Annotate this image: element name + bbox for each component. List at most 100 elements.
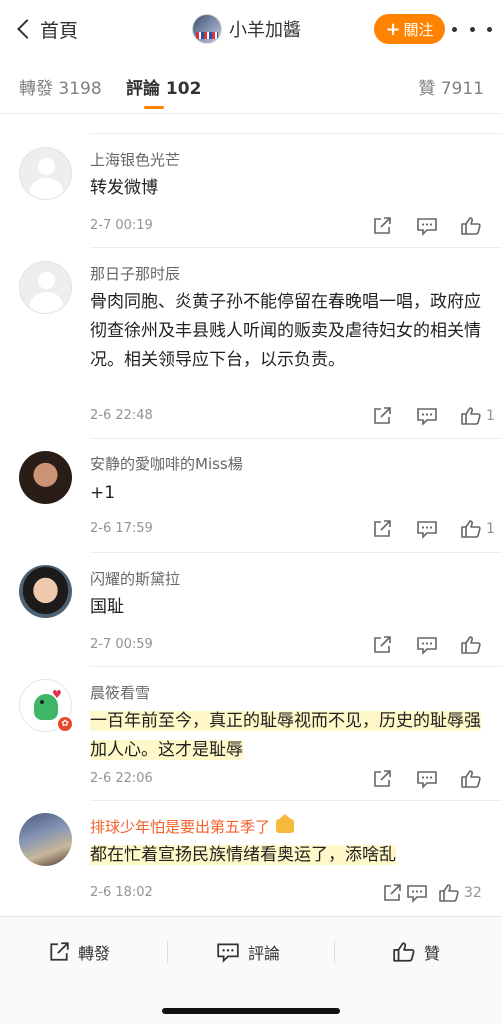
share-icon (374, 520, 391, 537)
like-count: 32 (464, 885, 482, 901)
more-dots-icon[interactable] (452, 14, 492, 44)
comment-time: 2-6 17:59 (90, 521, 153, 536)
bottom-action-bar: 轉發 評論 贊 (0, 916, 502, 1024)
like-icon (461, 407, 481, 425)
comment-text: 国耻 (90, 597, 124, 617)
comment-button[interactable]: 評論 (216, 937, 280, 967)
home-indicator[interactable] (162, 1008, 340, 1014)
comment-author-name[interactable]: 排球少年怕是要出第五季了 (90, 818, 270, 836)
avatar[interactable] (19, 261, 72, 314)
like-button[interactable] (460, 214, 486, 238)
share-button[interactable] (372, 404, 392, 428)
comment-author[interactable]: 排球少年怕是要出第五季了 (90, 814, 295, 837)
share-icon (50, 942, 69, 961)
comment-time: 2-7 00:19 (90, 218, 153, 233)
post-tabs: 轉發 3198 評論 102 贊 7911 (0, 58, 502, 114)
share-icon (374, 217, 391, 234)
reply-icon (407, 885, 427, 903)
crown-icon (276, 814, 295, 833)
avatar[interactable] (19, 147, 72, 200)
comment-text: 都在忙着宣扬民族情绪看奥运了，添啥乱 (90, 841, 486, 870)
reply-button[interactable] (406, 881, 428, 905)
divider (90, 800, 502, 801)
reply-button[interactable] (416, 517, 438, 541)
like-icon (393, 942, 415, 962)
back-button[interactable]: 首頁 (14, 12, 78, 46)
share-button[interactable] (382, 881, 402, 905)
share-icon (374, 636, 391, 653)
like-icon (461, 770, 481, 788)
share-button[interactable] (372, 633, 392, 657)
share-icon (384, 884, 401, 901)
plus-icon: + (385, 18, 401, 40)
reply-icon (417, 771, 437, 789)
comment-actions: 1 (360, 517, 495, 541)
share-icon (374, 407, 391, 424)
comment-author[interactable]: 上海银色光芒 (90, 149, 180, 170)
chevron-left-icon (17, 19, 37, 39)
like-count: 1 (486, 408, 495, 424)
like-post-button[interactable]: 贊 (392, 937, 440, 967)
divider (334, 941, 335, 963)
author-name[interactable]: 小羊加醬 (229, 16, 301, 42)
comment-actions (360, 767, 490, 791)
share-button[interactable] (372, 767, 392, 791)
follow-label: 關注 (403, 20, 434, 39)
follow-button[interactable]: + 關注 (374, 14, 445, 44)
like-button[interactable] (460, 767, 486, 791)
comment-time: 2-6 22:48 (90, 408, 153, 423)
author-avatar[interactable] (192, 14, 222, 44)
comment-author[interactable]: 那日子那时辰 (90, 263, 180, 284)
like-button[interactable] (460, 633, 486, 657)
divider (90, 438, 502, 439)
tab-comments[interactable]: 評論 102 (126, 74, 201, 99)
comment-actions (360, 633, 490, 657)
comment-actions: 32 (360, 881, 490, 905)
share-icon (374, 770, 391, 787)
reply-icon (417, 218, 437, 236)
reply-button[interactable] (416, 633, 438, 657)
reply-icon (417, 408, 437, 426)
highlighted-text: 一百年前至今，真正的耻辱视而不见，历史的耻辱强加人心。这才是耻辱 (90, 711, 481, 760)
like-icon (461, 636, 481, 654)
share-button[interactable] (372, 517, 392, 541)
comment-actions: 1 (360, 404, 495, 428)
divider (90, 133, 502, 134)
top-nav-bar: 首頁 小羊加醬 + 關注 (0, 0, 502, 58)
tab-reposts[interactable]: 轉發 3198 (19, 74, 102, 99)
divider (90, 552, 502, 553)
comment-author[interactable]: 安静的愛咖啡的Miss楊 (90, 453, 243, 474)
like-icon (461, 520, 481, 538)
like-count: 1 (486, 521, 495, 537)
comment-time: 2-6 18:02 (90, 885, 153, 900)
comment-author[interactable]: 晨筱看雪 (90, 682, 150, 703)
avatar[interactable] (19, 565, 72, 618)
profile-header[interactable]: 小羊加醬 (192, 12, 301, 46)
repost-button[interactable]: 轉發 (48, 937, 110, 967)
avatar[interactable] (19, 813, 72, 866)
comment-text: 转发微博 (90, 178, 158, 198)
like-label: 贊 (424, 944, 441, 963)
comment-text: 一百年前至今，真正的耻辱视而不见，历史的耻辱强加人心。这才是耻辱 (90, 707, 486, 765)
comment-list[interactable]: 上海银色光芒 转发微博 2-7 00:19 那日子那时辰 骨肉同胞、炎黄子孙不能… (0, 114, 502, 916)
reply-icon (417, 637, 437, 655)
comment-time: 2-7 00:59 (90, 637, 153, 652)
like-button[interactable]: 1 (460, 517, 495, 541)
comment-text: 骨肉同胞、炎黄子孙不能停留在春晚唱一唱，政府应彻查徐州及丰县贱人听闻的贩卖及虐待… (90, 292, 481, 370)
reply-icon (417, 521, 437, 539)
reply-button[interactable] (416, 404, 438, 428)
reply-button[interactable] (416, 214, 438, 238)
like-button[interactable]: 32 (438, 881, 482, 905)
reply-button[interactable] (416, 767, 438, 791)
like-icon (461, 217, 481, 235)
comment-actions (360, 214, 490, 238)
badge-icon: ✿ (56, 715, 74, 733)
like-icon (439, 884, 459, 902)
comment-text: +1 (90, 483, 116, 503)
divider (167, 941, 168, 963)
like-button[interactable]: 1 (460, 404, 495, 428)
tab-likes[interactable]: 贊 7911 (418, 74, 484, 99)
share-button[interactable] (372, 214, 392, 238)
comment-author[interactable]: 闪耀的斯黛拉 (90, 568, 180, 589)
avatar[interactable] (19, 451, 72, 504)
